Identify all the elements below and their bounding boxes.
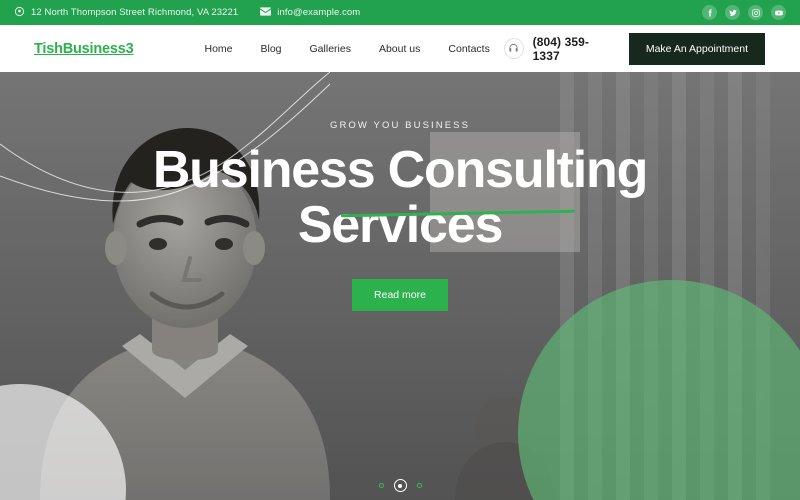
carousel-dot-2[interactable]	[393, 479, 407, 492]
facebook-icon[interactable]	[702, 5, 717, 20]
envelope-icon	[260, 6, 272, 19]
hero-content: GROW YOU BUSINESS Business Consulting Se…	[0, 72, 800, 500]
twitter-icon[interactable]	[725, 5, 740, 20]
address-block: 12 North Thompson Street Richmond, VA 23…	[14, 6, 238, 20]
social-links	[702, 5, 786, 20]
address-text: 12 North Thompson Street Richmond, VA 23…	[31, 7, 239, 18]
phone-block[interactable]: (804) 359-1337	[503, 34, 611, 63]
map-pin-icon	[14, 6, 25, 20]
instagram-icon[interactable]	[748, 5, 763, 20]
carousel-dot-3[interactable]	[416, 483, 422, 488]
email-block[interactable]: info@example.com	[260, 6, 361, 19]
carousel-dot-1[interactable]	[378, 483, 384, 488]
youtube-icon[interactable]	[771, 5, 786, 20]
hero-heading-wrap: Business Consulting Services	[50, 143, 750, 253]
nav-item-blog[interactable]: Blog	[247, 43, 296, 55]
carousel-pagination	[0, 479, 800, 492]
make-appointment-button[interactable]: Make An Appointment	[628, 32, 765, 65]
nav-item-home[interactable]: Home	[190, 43, 246, 55]
nav-item-about-us[interactable]: About us	[365, 43, 434, 55]
hero-heading-line-1: Business Consulting	[152, 141, 649, 199]
site-header: TishBusiness3 Home Blog Galleries About …	[0, 25, 800, 72]
hero-eyebrow: GROW YOU BUSINESS	[329, 120, 471, 131]
hero-heading-line-2: Services	[297, 196, 504, 254]
email-text: info@example.com	[277, 7, 361, 18]
site-logo[interactable]: TishBusiness3	[34, 41, 134, 57]
nav-item-galleries[interactable]: Galleries	[296, 43, 365, 55]
top-info-bar: 12 North Thompson Street Richmond, VA 23…	[0, 0, 800, 25]
headset-icon	[503, 38, 524, 59]
read-more-button[interactable]: Read more	[352, 279, 448, 311]
nav-item-contacts[interactable]: Contacts	[434, 43, 503, 55]
landing-page: 12 North Thompson Street Richmond, VA 23…	[0, 0, 800, 500]
phone-number: (804) 359-1337	[532, 34, 590, 63]
main-navigation: Home Blog Galleries About us Contacts	[190, 43, 503, 55]
hero-banner: GROW YOU BUSINESS Business Consulting Se…	[0, 72, 800, 500]
header-actions: (804) 359-1337 Make An Appointment	[503, 25, 800, 72]
